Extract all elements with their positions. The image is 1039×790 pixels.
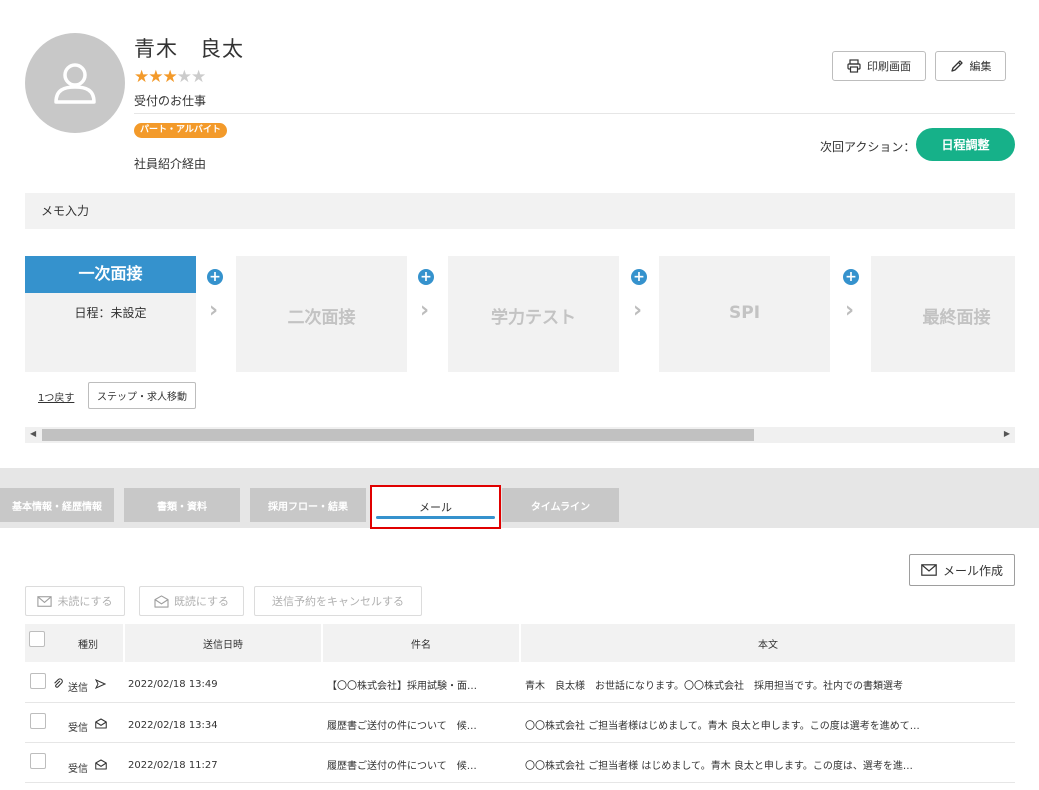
add-step-icon[interactable]: + [843, 269, 859, 285]
mark-unread-button[interactable]: 未読にする [25, 586, 125, 616]
star-icon[interactable]: ★ [134, 67, 149, 87]
mail-icon [921, 564, 937, 576]
step-card-3[interactable]: 学力テスト [448, 256, 619, 372]
table-row[interactable]: 受信 2022/02/18 11:27 履歴書ご送付の件について 候… 〇〇株式… [25, 743, 1015, 783]
job-title: 受付のお仕事 [134, 94, 207, 108]
avatar [25, 33, 125, 133]
add-step-icon[interactable]: + [631, 269, 647, 285]
tab-basic-info[interactable]: 基本情報・経歴情報 [0, 488, 114, 522]
star-icon[interactable]: ★ [191, 67, 206, 87]
chevron-right-icon: › [845, 298, 855, 323]
table-row[interactable]: 受信 2022/02/18 13:34 履歴書ご送付の件について 候… 〇〇株式… [25, 703, 1015, 743]
scroll-right-icon[interactable]: ▶ [1004, 429, 1010, 438]
header-divider [134, 113, 1015, 114]
rating-stars[interactable]: ★★★★★ [134, 67, 206, 87]
print-button[interactable]: 印刷画面 [832, 51, 926, 81]
attachment-icon [53, 678, 63, 692]
step-title: 最終面接 [922, 308, 991, 328]
tab-hiring-flow[interactable]: 採用フロー・結果 [250, 488, 366, 522]
mail-open-icon [95, 759, 107, 773]
mail-type: 受信 [68, 764, 88, 775]
memo-input[interactable]: メモ入力 [25, 193, 1015, 229]
step-title: 二次面接 [287, 308, 356, 328]
tab-documents[interactable]: 書類・資料 [124, 488, 240, 522]
print-label: 印刷画面 [867, 60, 911, 73]
mail-icon [37, 595, 53, 607]
mail-date: 2022/02/18 11:27 [128, 760, 218, 771]
step-schedule: 日程：未設定 [74, 306, 147, 320]
mail-body[interactable]: 〇〇株式会社 ご担当者様はじめまして。青木 良太と申します。この度は選考を進めて… [525, 717, 1011, 732]
step-card-4[interactable]: SPI [659, 256, 830, 372]
mail-subject[interactable]: 履歴書ご送付の件について 候… [327, 757, 515, 772]
chevron-right-icon: › [209, 298, 219, 323]
edit-label: 編集 [969, 60, 992, 73]
mail-type: 受信 [68, 723, 88, 734]
next-action-label: 次回アクション： [820, 140, 916, 154]
scroll-left-icon[interactable]: ◀ [30, 429, 36, 438]
mark-read-label: 既読にする [173, 595, 230, 608]
compose-mail-button[interactable]: メール作成 [909, 554, 1015, 586]
tab-mail[interactable]: メール [370, 485, 501, 529]
active-tab-indicator [376, 516, 495, 519]
compose-mail-label: メール作成 [942, 563, 1003, 578]
mail-date: 2022/02/18 13:34 [128, 720, 218, 731]
application-route: 社員紹介経由 [134, 157, 207, 171]
send-icon [95, 679, 106, 692]
row-checkbox[interactable] [30, 713, 46, 729]
employment-badge: パート・アルバイト [134, 123, 227, 138]
mail-table-header: 種別 送信日時 件名 本文 [25, 624, 1015, 662]
printer-icon [847, 59, 861, 73]
mail-type: 送信 [68, 683, 88, 694]
star-icon[interactable]: ★ [163, 67, 178, 87]
tab-timeline[interactable]: タイムライン [502, 488, 619, 522]
schedule-button[interactable]: 日程調整 [916, 128, 1015, 161]
column-header-body[interactable]: 本文 [521, 624, 1015, 662]
row-checkbox[interactable] [30, 753, 46, 769]
user-icon [54, 63, 96, 104]
horizontal-scrollbar[interactable]: ◀ ▶ [25, 427, 1015, 443]
step-back-link[interactable]: 1つ戻す [38, 389, 74, 404]
mail-body[interactable]: 青木 良太様 お世話になります。〇〇株式会社 採用担当です。社内での書類選考 [525, 677, 1011, 692]
step-card-2[interactable]: 二次面接 [236, 256, 407, 372]
step-card-1[interactable]: 一次面接 日程：未設定 [25, 256, 196, 372]
star-icon[interactable]: ★ [148, 67, 163, 87]
mail-open-icon [95, 718, 107, 732]
step-title: 学力テスト [491, 308, 576, 328]
edit-button[interactable]: 編集 [935, 51, 1006, 81]
mail-open-icon [154, 594, 169, 608]
mail-subject[interactable]: 履歴書ご送付の件について 候… [327, 717, 515, 732]
mail-subject[interactable]: 【〇〇株式会社】採用試験・面… [327, 677, 515, 692]
chevron-right-icon: › [420, 298, 430, 323]
scrollbar-thumb[interactable] [42, 429, 754, 441]
mail-date: 2022/02/18 13:49 [128, 679, 218, 690]
step-title: 一次面接 [25, 256, 196, 293]
cancel-scheduled-button[interactable]: 送信予約をキャンセルする [254, 586, 422, 616]
column-header-date[interactable]: 送信日時 [125, 624, 321, 662]
add-step-icon[interactable]: + [207, 269, 223, 285]
pencil-icon [950, 60, 963, 72]
step-move-button[interactable]: ステップ・求人移動 [88, 382, 196, 409]
step-card-5[interactable]: 最終面接 [871, 256, 1015, 372]
add-step-icon[interactable]: + [418, 269, 434, 285]
column-header-type[interactable]: 種別 [53, 624, 123, 662]
cancel-scheduled-label: 送信予約をキャンセルする [272, 595, 404, 608]
mail-body[interactable]: 〇〇株式会社 ご担当者様 はじめまして。青木 良太と申します。この度は、選考を進… [525, 757, 1011, 772]
column-header-subject[interactable]: 件名 [323, 624, 519, 662]
star-icon[interactable]: ★ [177, 67, 192, 87]
step-title: SPI [728, 303, 761, 323]
row-checkbox[interactable] [30, 673, 46, 689]
table-row[interactable]: 送信 2022/02/18 13:49 【〇〇株式会社】採用試験・面… 青木 良… [25, 663, 1015, 703]
select-all-checkbox[interactable] [29, 631, 45, 647]
candidate-name: 青木 良太 [134, 37, 244, 61]
mark-read-button[interactable]: 既読にする [139, 586, 244, 616]
mark-unread-label: 未読にする [57, 595, 113, 608]
tab-mail-label: メール [419, 501, 452, 514]
chevron-right-icon: › [633, 298, 643, 323]
